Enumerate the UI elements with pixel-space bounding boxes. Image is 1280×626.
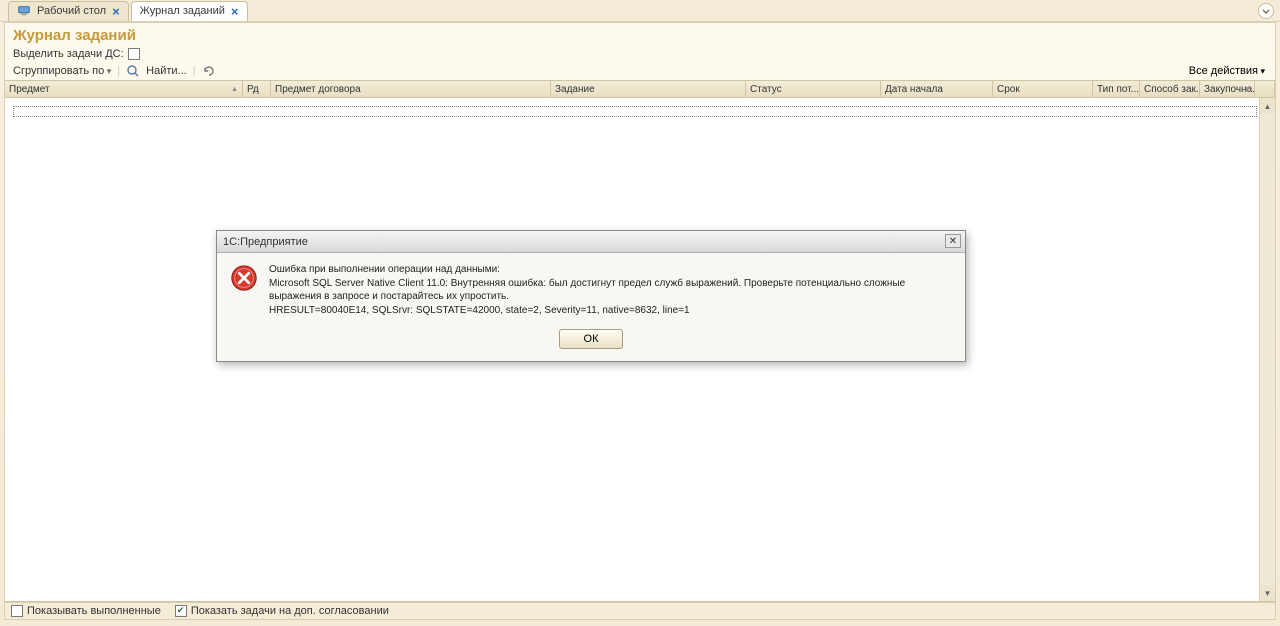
tab-label: Журнал заданий: [140, 5, 225, 17]
col-start-date[interactable]: Дата начала: [881, 81, 993, 97]
col-contract-subject[interactable]: Предмет договора: [271, 81, 551, 97]
dialog-title: 1С:Предприятие: [223, 236, 308, 248]
tab-journal[interactable]: Журнал заданий ×: [131, 1, 248, 21]
show-agree-label: Показать задачи на доп. согласовании: [191, 605, 389, 617]
filter-row: Выделить задачи ДС:: [5, 46, 1275, 62]
desktop-icon: [17, 4, 31, 18]
table-header: Предмет Рд Предмет договора Задание Стат…: [5, 80, 1275, 98]
error-icon: [229, 263, 259, 293]
expand-button[interactable]: [1258, 3, 1274, 19]
page-title: Журнал заданий: [5, 23, 1275, 46]
show-done-checkbox[interactable]: [11, 605, 23, 617]
col-method[interactable]: Способ зак...: [1140, 81, 1200, 97]
col-purchase[interactable]: Закупочна...: [1200, 81, 1255, 97]
dialog-close-button[interactable]: ✕: [945, 234, 961, 248]
scroll-track[interactable]: [1260, 114, 1275, 585]
dialog-body: Ошибка при выполнении операции над данны…: [217, 253, 965, 321]
tabs-bar: Рабочий стол × Журнал заданий ×: [0, 0, 1280, 22]
close-icon[interactable]: ×: [112, 5, 120, 18]
col-spacer: [1255, 81, 1275, 97]
find-button[interactable]: Найти...: [146, 65, 187, 77]
ok-button[interactable]: ОК: [559, 329, 623, 349]
col-type[interactable]: Тип пот...: [1093, 81, 1140, 97]
refresh-icon[interactable]: [202, 64, 216, 78]
toolbar: Сгруппировать по | Найти... | Все действ…: [5, 62, 1275, 80]
error-line-3: HRESULT=80040E14, SQLSrvr: SQLSTATE=4200…: [269, 304, 953, 318]
dialog-footer: ОК: [217, 321, 965, 361]
show-agree-checkbox[interactable]: [175, 605, 187, 617]
col-task[interactable]: Задание: [551, 81, 746, 97]
dialog-title-bar[interactable]: 1С:Предприятие ✕: [217, 231, 965, 253]
scroll-up-icon[interactable]: ▲: [1260, 98, 1275, 114]
filter-label: Выделить задачи ДС:: [13, 48, 124, 60]
search-icon[interactable]: [126, 64, 140, 78]
col-rd[interactable]: Рд: [243, 81, 271, 97]
col-deadline[interactable]: Срок: [993, 81, 1093, 97]
error-line-2: Microsoft SQL Server Native Client 11.0:…: [269, 277, 953, 304]
filter-checkbox[interactable]: [128, 48, 140, 60]
col-subject[interactable]: Предмет: [5, 81, 243, 97]
vertical-scrollbar[interactable]: ▲ ▼: [1259, 98, 1275, 601]
close-icon[interactable]: ×: [231, 5, 239, 18]
tab-label: Рабочий стол: [37, 5, 106, 17]
tab-desktop[interactable]: Рабочий стол ×: [8, 1, 129, 21]
empty-row-placeholder: [13, 106, 1257, 117]
all-actions-button[interactable]: Все действия: [1189, 65, 1265, 77]
bottom-bar: Показывать выполненные Показать задачи н…: [5, 602, 1275, 619]
col-status[interactable]: Статус: [746, 81, 881, 97]
error-line-1: Ошибка при выполнении операции над данны…: [269, 263, 953, 277]
dialog-text: Ошибка при выполнении операции над данны…: [269, 263, 953, 317]
scroll-down-icon[interactable]: ▼: [1260, 585, 1275, 601]
show-done-label: Показывать выполненные: [27, 605, 161, 617]
error-dialog: 1С:Предприятие ✕ Ошибка при выполнении о…: [216, 230, 966, 362]
group-by-button[interactable]: Сгруппировать по: [13, 65, 111, 77]
